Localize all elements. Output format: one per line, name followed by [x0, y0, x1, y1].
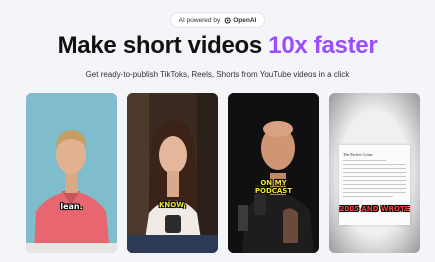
- title-main: Make short videos: [57, 32, 269, 59]
- badge-brand: OpenAI: [233, 16, 257, 24]
- video-thumbnail: [26, 93, 117, 253]
- openai-logo: OpenAI: [224, 17, 256, 24]
- page-subtitle: Get ready-to-publish TikToks, Reels, Sho…: [85, 70, 350, 79]
- video-card-1[interactable]: lean.: [26, 93, 117, 253]
- video-caption-line-2: PODCAST: [254, 187, 293, 195]
- video-card-2[interactable]: KNOW,: [127, 93, 218, 253]
- video-card-4[interactable]: The Perfect Crime 2005 AND WROTE: [329, 93, 420, 253]
- video-caption: lean.: [60, 202, 83, 211]
- video-thumbnail: [228, 93, 319, 253]
- video-card-3[interactable]: ON MY PODCAST: [228, 93, 319, 253]
- video-caption: 2005 AND WROTE: [339, 205, 410, 213]
- video-caption: KNOW,: [158, 201, 187, 209]
- powered-by-badge: AI powered by OpenAI: [169, 12, 266, 28]
- title-accent: 10x faster: [268, 32, 378, 59]
- badge-prefix: AI powered by: [178, 16, 221, 24]
- document-title: The Perfect Crime: [343, 152, 373, 157]
- page-title: Make short videos 10x faster: [0, 32, 435, 60]
- openai-icon: [224, 16, 231, 24]
- video-thumbnail: [127, 93, 218, 253]
